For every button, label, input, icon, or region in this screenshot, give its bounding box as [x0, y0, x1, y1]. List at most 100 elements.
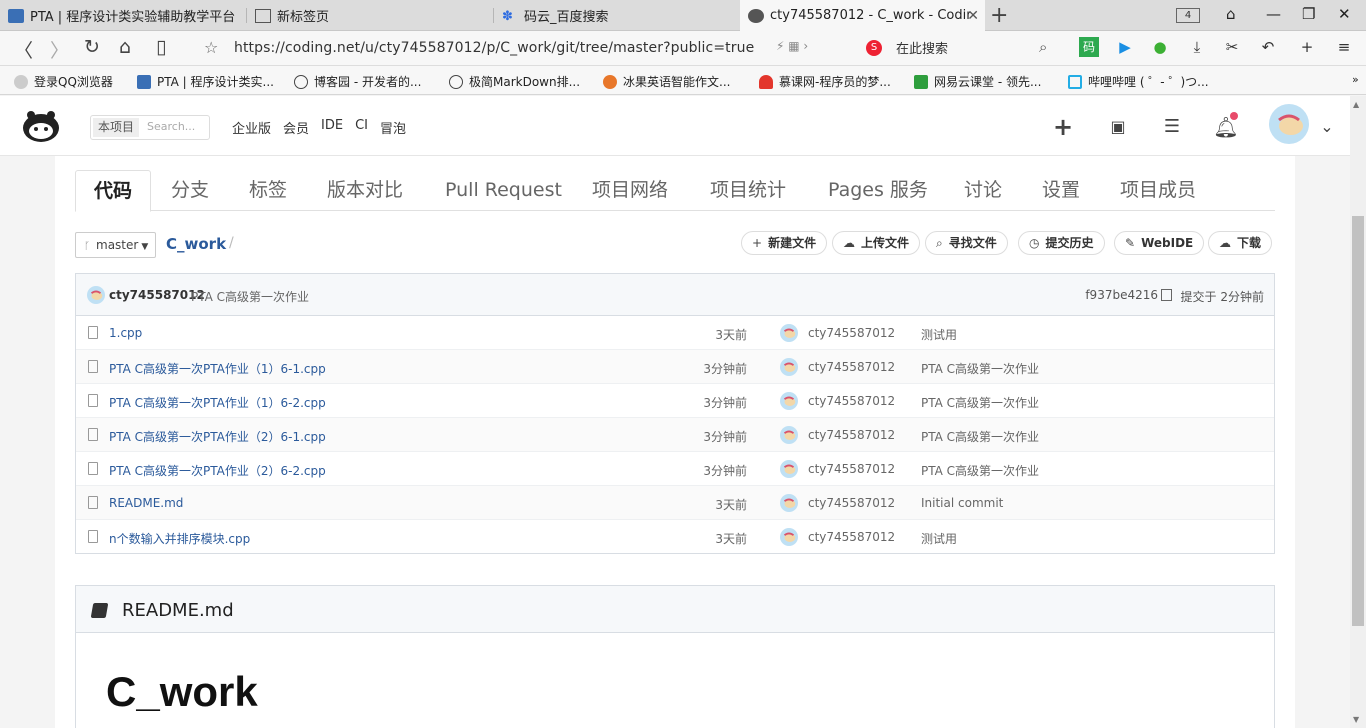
search-icon[interactable]: ⌕	[1039, 38, 1047, 56]
tab-pull-request[interactable]: Pull Request	[427, 170, 580, 211]
code-extension-icon[interactable]: 码	[1079, 37, 1099, 57]
avatar[interactable]	[780, 324, 798, 342]
new-tab-button[interactable]: +	[990, 3, 1008, 28]
page-scrollbar[interactable]: ▲ ▼	[1350, 96, 1366, 728]
tab-settings[interactable]: 设置	[1024, 170, 1098, 211]
nav-member[interactable]: 会员	[283, 118, 309, 137]
file-commit-message[interactable]: PTA C高级第一次作业	[921, 462, 1039, 479]
bookmark-bilibili[interactable]: 哔哩哔哩 ( ゜- ゜)つ...	[1068, 73, 1209, 90]
browser-tab-newtab[interactable]: 新标签页	[247, 0, 493, 31]
table-row[interactable]: 1.cpp 3天前 cty745587012 测试用	[76, 316, 1274, 350]
avatar[interactable]	[780, 494, 798, 512]
wechat-icon[interactable]: ●	[1150, 37, 1170, 57]
tab-stats[interactable]: 项目统计	[692, 170, 804, 211]
avatar[interactable]	[780, 460, 798, 478]
menu-icon[interactable]: ≡	[1334, 37, 1354, 57]
tab-network[interactable]: 项目网络	[574, 170, 686, 211]
nav-bubble[interactable]: 冒泡	[380, 118, 406, 137]
avatar[interactable]	[780, 426, 798, 444]
close-tab-icon[interactable]: ✕	[967, 8, 979, 24]
scissors-icon[interactable]: ✂	[1222, 37, 1242, 57]
file-commit-message[interactable]: PTA C高级第一次作业	[921, 360, 1039, 377]
terminal-icon[interactable]: ▣	[1105, 114, 1131, 140]
tab-tags[interactable]: 标签	[231, 170, 305, 211]
bookmark-cnblogs[interactable]: 博客园 - 开发者的...	[294, 73, 421, 90]
branch-select[interactable]: ᚴ master ▼	[75, 232, 156, 258]
table-row[interactable]: PTA C高级第一次PTA作业（2）6-2.cpp 3分钟前 cty745587…	[76, 452, 1274, 486]
nav-enterprise[interactable]: 企业版	[232, 118, 271, 137]
bookmark-bingguo[interactable]: 冰果英语智能作文...	[603, 73, 730, 90]
commit-message[interactable]: PTA C高级第一次作业	[191, 288, 309, 305]
file-author[interactable]: cty745587012	[808, 462, 895, 476]
tab-code[interactable]: 代码	[75, 170, 152, 212]
table-row[interactable]: n个数输入并排序模块.cpp 3天前 cty745587012 测试用	[76, 520, 1274, 554]
video-icon[interactable]: ▶	[1115, 37, 1135, 57]
file-author[interactable]: cty745587012	[808, 326, 895, 340]
maximize-button[interactable]: ❐	[1302, 5, 1315, 23]
file-name-link[interactable]: 1.cpp	[109, 326, 142, 340]
avatar[interactable]	[87, 286, 105, 304]
url-text[interactable]: https://coding.net/u/cty745587012/p/C_wo…	[234, 40, 754, 56]
minimize-button[interactable]: —	[1266, 5, 1281, 23]
file-author[interactable]: cty745587012	[808, 360, 895, 374]
plus-icon[interactable]: +	[1050, 114, 1076, 140]
webide-button[interactable]: ✎ WebIDE	[1114, 231, 1205, 255]
chevron-down-icon[interactable]: ⌄	[1314, 114, 1340, 140]
project-search[interactable]: 本项目 Search...	[90, 115, 210, 140]
file-name-link[interactable]: PTA C高级第一次PTA作业（1）6-1.cpp	[109, 360, 326, 377]
avatar[interactable]	[780, 358, 798, 376]
search-engine-box[interactable]: S 在此搜索	[866, 38, 948, 57]
scrollbar-thumb[interactable]	[1352, 216, 1364, 626]
file-name-link[interactable]: PTA C高级第一次PTA作业（2）6-1.cpp	[109, 428, 326, 445]
download-button[interactable]: ☁ 下载	[1208, 231, 1273, 255]
bookmark-markdown[interactable]: 极简MarkDown排...	[449, 73, 580, 90]
scroll-down-icon[interactable]: ▼	[1353, 715, 1359, 724]
table-row[interactable]: README.md 3天前 cty745587012 Initial commi…	[76, 486, 1274, 520]
nav-ide[interactable]: IDE	[321, 118, 343, 137]
bookmark-imooc[interactable]: 慕课网-程序员的梦...	[759, 73, 891, 90]
home-icon[interactable]: ⌂	[119, 36, 131, 58]
copy-icon[interactable]	[1161, 289, 1172, 301]
scroll-up-icon[interactable]: ▲	[1353, 100, 1359, 109]
avatar[interactable]	[1269, 104, 1309, 144]
tab-discuss[interactable]: 讨论	[946, 170, 1020, 211]
undo-icon[interactable]: ↶	[1258, 37, 1278, 57]
avatar[interactable]	[780, 528, 798, 546]
bookmark-163study[interactable]: 网易云课堂 - 领先...	[914, 73, 1041, 90]
back-icon[interactable]: 〈	[14, 36, 33, 63]
tab-members[interactable]: 项目成员	[1102, 170, 1214, 211]
file-author[interactable]: cty745587012	[808, 394, 895, 408]
file-name-link[interactable]: README.md	[109, 496, 183, 510]
bookmark-qq-login[interactable]: 登录QQ浏览器	[14, 73, 113, 90]
file-name-link[interactable]: n个数输入并排序模块.cpp	[109, 530, 250, 547]
repo-name-link[interactable]: C_work	[166, 235, 226, 253]
file-name-link[interactable]: PTA C高级第一次PTA作业（1）6-2.cpp	[109, 394, 326, 411]
bookmarks-overflow-icon[interactable]: »	[1352, 73, 1359, 86]
avatar[interactable]	[780, 392, 798, 410]
browser-tab-baidu[interactable]: ✽ 码云_百度搜索	[494, 0, 740, 31]
server-icon[interactable]: ☰	[1159, 114, 1185, 140]
url-tools-icon[interactable]: ⚡ ▦ ›	[776, 39, 808, 53]
coding-logo-icon[interactable]	[18, 108, 64, 144]
file-commit-message[interactable]: PTA C高级第一次作业	[921, 428, 1039, 445]
forward-icon[interactable]: 〉	[50, 36, 69, 63]
reader-icon[interactable]: ▯	[156, 36, 166, 58]
find-file-button[interactable]: ⌕ 寻找文件	[925, 231, 1008, 255]
table-row[interactable]: PTA C高级第一次PTA作业（1）6-2.cpp 3分钟前 cty745587…	[76, 384, 1274, 418]
file-author[interactable]: cty745587012	[808, 428, 895, 442]
file-name-link[interactable]: PTA C高级第一次PTA作业（2）6-2.cpp	[109, 462, 326, 479]
table-row[interactable]: PTA C高级第一次PTA作业（2）6-1.cpp 3分钟前 cty745587…	[76, 418, 1274, 452]
browser-tab-pta[interactable]: PTA | 程序设计类实验辅助教学平台	[0, 0, 246, 31]
new-file-button[interactable]: + 新建文件	[741, 231, 828, 255]
download-icon[interactable]: ⤓	[1187, 37, 1207, 57]
reload-icon[interactable]: ↻	[84, 36, 100, 58]
tab-pages[interactable]: Pages 服务	[810, 170, 946, 211]
star-icon[interactable]: ☆	[204, 38, 218, 57]
tab-count-badge[interactable]: 4	[1176, 8, 1200, 23]
file-commit-message[interactable]: 测试用	[921, 326, 957, 343]
nav-ci[interactable]: CI	[355, 118, 368, 137]
file-commit-message[interactable]: Initial commit	[921, 496, 1003, 510]
browser-tab-coding[interactable]: cty745587012 - C_work - Coding.n ✕	[740, 0, 985, 31]
commit-history-button[interactable]: ◷ 提交历史	[1018, 231, 1105, 255]
upload-file-button[interactable]: ☁ 上传文件	[832, 231, 921, 255]
